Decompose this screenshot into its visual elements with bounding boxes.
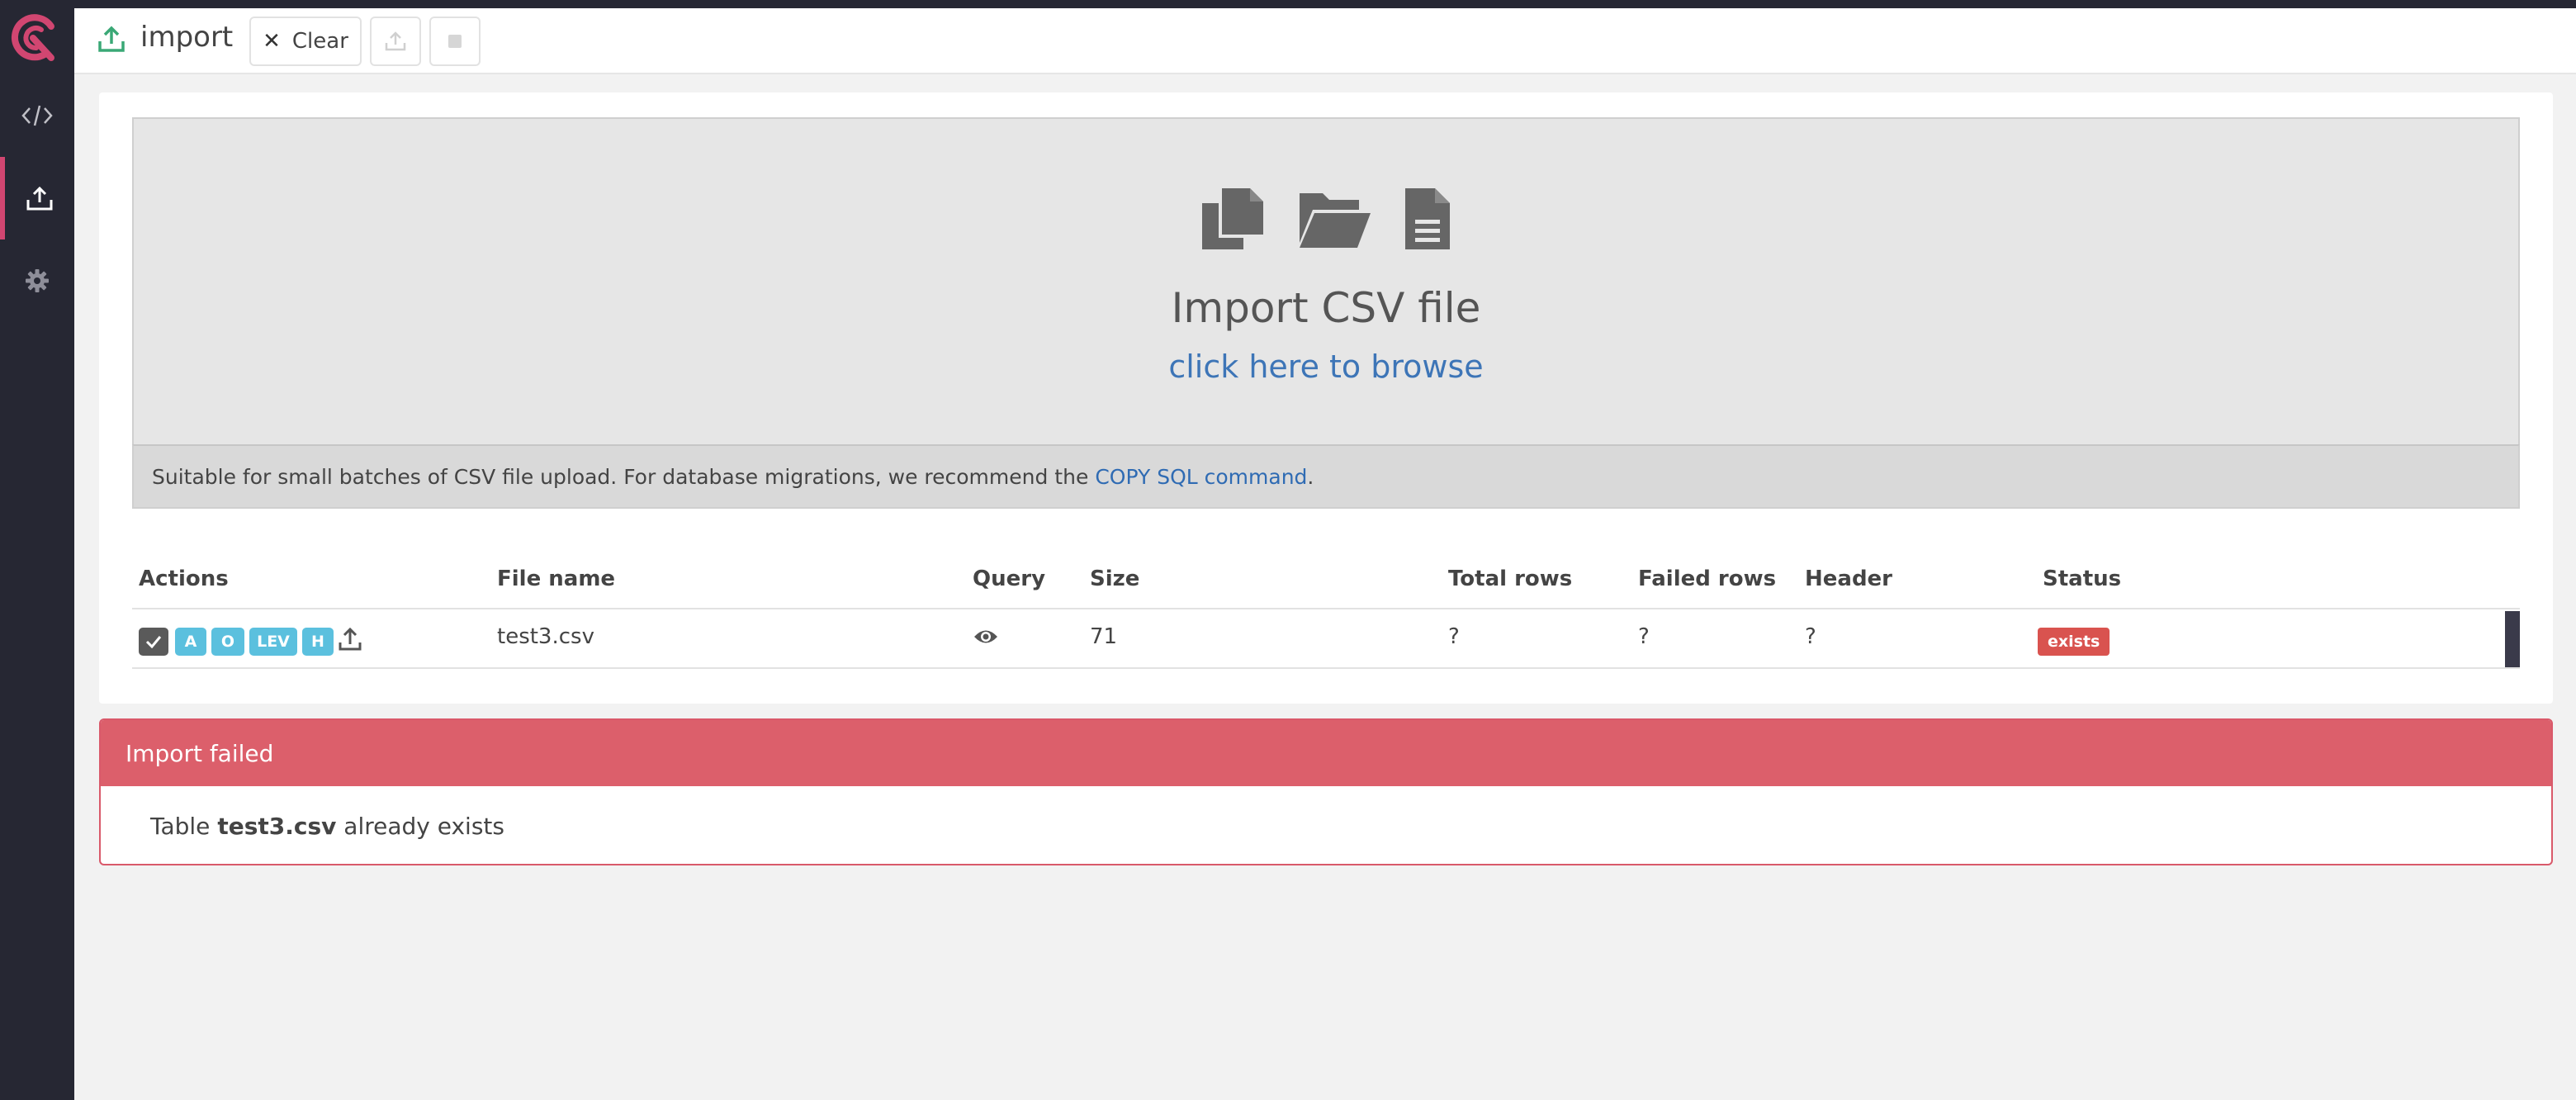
header-toggle[interactable]: H xyxy=(302,628,334,656)
notice-suffix: . xyxy=(1307,464,1314,489)
import-card: Import CSV file click here to browse Sui… xyxy=(99,92,2553,704)
folder-open-icon xyxy=(1300,193,1371,248)
sidebar xyxy=(0,0,74,1100)
column-header-failed-rows: Failed rows xyxy=(1638,567,1777,591)
column-header-status: Status xyxy=(2043,567,2122,591)
row-total-rows: ? xyxy=(1448,624,1460,649)
status-badge: exists xyxy=(2038,628,2110,656)
copy-icon xyxy=(1202,188,1263,249)
alert-prefix: Table xyxy=(150,813,211,840)
column-header-file-name: File name xyxy=(497,567,616,591)
stop-icon xyxy=(448,35,462,48)
row-header: ? xyxy=(1805,624,1816,649)
sidebar-item-import[interactable] xyxy=(0,157,74,239)
top-border xyxy=(0,0,2576,8)
sidebar-item-console[interactable] xyxy=(0,74,74,157)
copy-sql-link[interactable]: COPY SQL command xyxy=(1095,465,1307,489)
preview-query-button[interactable] xyxy=(973,626,999,653)
row-selection-indicator xyxy=(2505,611,2520,667)
row-failed-rows: ? xyxy=(1638,624,1650,649)
overwrite-checkbox[interactable] xyxy=(139,628,168,656)
alert-title: Import failed xyxy=(101,720,2551,786)
dropzone-icons xyxy=(134,185,2518,253)
browse-link[interactable]: click here to browse xyxy=(134,348,2518,385)
upload-icon xyxy=(385,31,406,51)
code-icon xyxy=(21,105,53,126)
alert-message: Table test3.csv already exists xyxy=(150,813,504,840)
close-icon: ✕ xyxy=(263,29,281,54)
table-row-divider xyxy=(132,667,2520,669)
row-upload-button[interactable] xyxy=(339,626,362,656)
eye-icon xyxy=(974,630,997,643)
sidebar-item-settings[interactable] xyxy=(0,239,74,322)
row-file-name: test3.csv xyxy=(497,624,594,649)
upload-button[interactable] xyxy=(370,17,421,66)
upload-icon xyxy=(97,25,125,56)
column-header-size: Size xyxy=(1090,567,1140,591)
upload-icon xyxy=(339,627,362,651)
upload-icon xyxy=(26,186,53,211)
check-icon xyxy=(145,636,162,648)
gear-icon xyxy=(26,269,49,292)
import-error-alert: Import failed Table test3.csv already ex… xyxy=(99,718,2553,865)
page-header: import ✕ Clear xyxy=(74,8,2576,74)
upload-notice: Suitable for small batches of CSV file u… xyxy=(132,444,2520,509)
questdb-logo-icon[interactable] xyxy=(8,12,61,64)
row-size: 71 xyxy=(1090,624,1118,649)
csv-dropzone[interactable]: Import CSV file click here to browse xyxy=(132,117,2520,446)
column-header-header: Header xyxy=(1805,567,1893,591)
alert-suffix: already exists xyxy=(343,813,504,840)
column-header-actions: Actions xyxy=(139,567,229,591)
column-header-total-rows: Total rows xyxy=(1448,567,1573,591)
file-text-icon xyxy=(1405,188,1450,249)
alert-table-name: test3.csv xyxy=(217,813,337,840)
append-toggle[interactable]: A xyxy=(175,628,206,656)
table-header-divider xyxy=(132,608,2520,609)
lev-toggle[interactable]: LEV xyxy=(249,628,297,656)
stop-button[interactable] xyxy=(429,17,481,66)
clear-button[interactable]: ✕ Clear xyxy=(249,17,362,66)
column-header-query: Query xyxy=(973,567,1046,591)
page-title: import xyxy=(140,21,234,54)
overwrite-toggle[interactable]: O xyxy=(211,628,244,656)
clear-button-label: Clear xyxy=(291,29,348,54)
dropzone-title: Import CSV file xyxy=(1171,284,1481,332)
notice-text: Suitable for small batches of CSV file u… xyxy=(152,464,1089,489)
